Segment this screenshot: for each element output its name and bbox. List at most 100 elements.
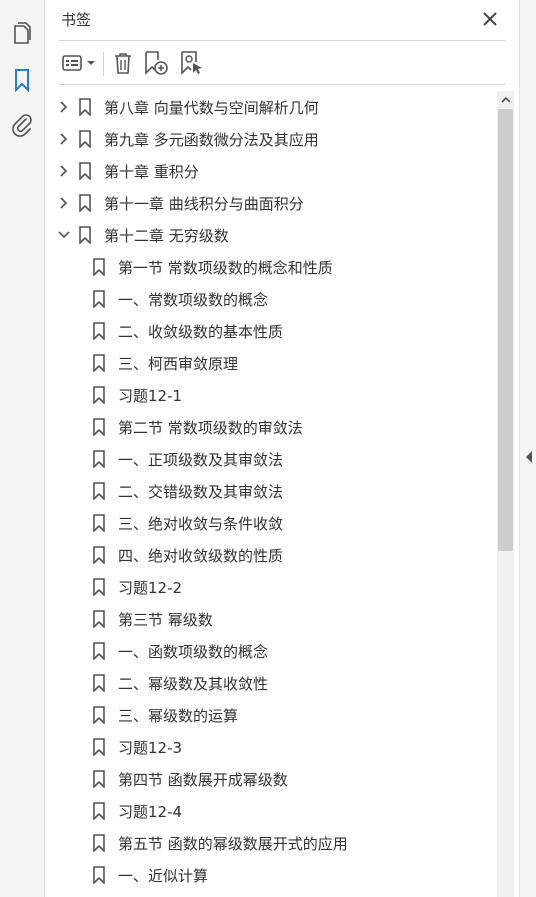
navigation-rail <box>0 0 45 897</box>
scroll-up-icon[interactable] <box>497 91 514 109</box>
bookmark-icon <box>92 738 106 756</box>
bookmark-label: 一、常数项级数的概念 <box>118 290 269 309</box>
bookmark-item[interactable]: 习题12-2 <box>45 571 495 603</box>
pages-thumbnails-icon[interactable] <box>10 22 34 46</box>
bookmark-label: 习题12-3 <box>118 738 183 757</box>
bookmark-item[interactable]: 三、幂级数的运算 <box>45 699 495 731</box>
bookmark-item[interactable]: 三、绝对收敛与条件收敛 <box>45 507 495 539</box>
bookmark-item[interactable]: 一、函数项级数的概念 <box>45 635 495 667</box>
bookmark-label: 一、近似计算 <box>118 866 209 885</box>
panel-header: 书签 <box>45 0 519 40</box>
bookmarks-icon[interactable] <box>10 68 34 92</box>
bookmark-label: 一、正项级数及其审敛法 <box>118 450 284 469</box>
bookmark-label: 第二节 常数项级数的审敛法 <box>118 418 303 437</box>
divider <box>59 84 505 85</box>
bookmark-item[interactable]: 第四节 函数展开成幂级数 <box>45 763 495 795</box>
bookmark-chapter[interactable]: 第九章 多元函数微分法及其应用 <box>45 123 495 155</box>
bookmark-chapter[interactable]: 第十一章 曲线积分与曲面积分 <box>45 187 495 219</box>
bookmark-item[interactable]: 习题12-1 <box>45 379 495 411</box>
chevron-right-icon[interactable] <box>57 196 71 210</box>
bookmark-icon <box>92 290 106 308</box>
chevron-right-icon[interactable] <box>57 132 71 146</box>
bookmark-icon <box>78 194 92 212</box>
bookmark-label: 第五节 函数的幂级数展开式的应用 <box>118 834 348 853</box>
bookmark-icon <box>78 98 92 116</box>
options-menu-button[interactable] <box>59 50 99 76</box>
delete-bookmark-icon[interactable] <box>111 50 135 76</box>
chevron-right-icon[interactable] <box>57 164 71 178</box>
bookmark-item[interactable]: 一、正项级数及其审敛法 <box>45 443 495 475</box>
bookmark-icon <box>92 354 106 372</box>
bookmark-chapter[interactable]: 第十二章 无穷级数 <box>45 219 495 251</box>
bookmark-label: 第三节 幂级数 <box>118 610 213 629</box>
bookmark-label: 四、绝对收敛级数的性质 <box>118 546 284 565</box>
bookmark-item[interactable]: 第一节 常数项级数的概念和性质 <box>45 251 495 283</box>
divider <box>59 40 505 41</box>
bookmarks-toolbar <box>45 44 519 84</box>
bookmark-icon <box>92 514 106 532</box>
vertical-scrollbar[interactable] <box>497 91 514 897</box>
bookmark-icon <box>92 610 106 628</box>
bookmark-icon <box>92 770 106 788</box>
bookmark-item[interactable]: 第三节 幂级数 <box>45 603 495 635</box>
bookmark-icon <box>92 802 106 820</box>
bookmark-item[interactable]: 习题12-4 <box>45 795 495 827</box>
bookmark-chapter[interactable]: 第十章 重积分 <box>45 155 495 187</box>
bookmark-item[interactable]: 习题12-3 <box>45 731 495 763</box>
bookmark-label: 一、函数项级数的概念 <box>118 642 269 661</box>
bookmark-icon <box>92 546 106 564</box>
bookmark-item[interactable]: 二、交错级数及其审敛法 <box>45 475 495 507</box>
bookmarks-panel: 书签 第八章 向量代数与空间解析几何 第九章 多元函数微分法及其应用 第十章 重… <box>45 0 519 897</box>
bookmark-item[interactable]: 一、常数项级数的概念 <box>45 283 495 315</box>
right-panel-strip <box>519 0 536 897</box>
scroll-thumb[interactable] <box>498 109 513 551</box>
bookmark-label: 第九章 多元函数微分法及其应用 <box>104 130 319 149</box>
bookmark-label: 第一节 常数项级数的概念和性质 <box>118 258 333 277</box>
bookmark-icon <box>92 258 106 276</box>
bookmark-item[interactable]: 第二节 常数项级数的审敛法 <box>45 411 495 443</box>
bookmark-icon <box>92 674 106 692</box>
bookmark-label: 第八章 向量代数与空间解析几何 <box>104 98 319 117</box>
bookmark-label: 习题12-1 <box>118 386 183 405</box>
bookmark-label: 三、绝对收敛与条件收敛 <box>118 514 284 533</box>
toolbar-separator <box>103 52 104 76</box>
bookmark-chapter[interactable]: 第八章 向量代数与空间解析几何 <box>45 91 495 123</box>
bookmark-label: 习题12-4 <box>118 802 183 821</box>
chevron-down-icon[interactable] <box>57 228 71 242</box>
bookmark-icon <box>92 642 106 660</box>
chevron-right-icon[interactable] <box>57 100 71 114</box>
attachments-icon[interactable] <box>10 113 34 137</box>
bookmark-icon <box>78 226 92 244</box>
collapse-panel-icon[interactable] <box>525 449 533 463</box>
bookmark-icon <box>92 834 106 852</box>
bookmark-icon <box>92 322 106 340</box>
bookmark-icon <box>78 130 92 148</box>
bookmark-icon <box>92 386 106 404</box>
bookmark-label: 第十一章 曲线积分与曲面积分 <box>104 194 304 213</box>
new-bookmark-icon[interactable] <box>143 50 169 76</box>
bookmark-label: 二、幂级数及其收敛性 <box>118 674 269 693</box>
bookmark-item[interactable]: 二、幂级数及其收敛性 <box>45 667 495 699</box>
panel-title: 书签 <box>61 11 92 29</box>
close-icon[interactable] <box>481 10 499 28</box>
bookmark-from-selection-icon[interactable] <box>179 50 205 76</box>
bookmark-label: 二、交错级数及其审敛法 <box>118 482 284 501</box>
bookmark-label: 三、柯西审敛原理 <box>118 354 239 373</box>
bookmark-label: 第十二章 无穷级数 <box>104 226 229 245</box>
bookmark-item[interactable]: 一、近似计算 <box>45 859 495 891</box>
bookmark-icon <box>92 418 106 436</box>
bookmark-label: 三、幂级数的运算 <box>118 706 239 725</box>
bookmark-item[interactable]: 第五节 函数的幂级数展开式的应用 <box>45 827 495 859</box>
bookmark-icon <box>92 706 106 724</box>
bookmark-label: 第十章 重积分 <box>104 162 199 181</box>
bookmark-item[interactable]: 二、收敛级数的基本性质 <box>45 315 495 347</box>
bookmark-tree: 第八章 向量代数与空间解析几何 第九章 多元函数微分法及其应用 第十章 重积分第十一… <box>45 91 495 897</box>
bookmark-icon <box>92 866 106 884</box>
bookmark-item[interactable]: 三、柯西审敛原理 <box>45 347 495 379</box>
bookmark-icon <box>78 162 92 180</box>
bookmark-icon <box>92 450 106 468</box>
bookmark-label: 第四节 函数展开成幂级数 <box>118 770 288 789</box>
bookmark-label: 二、收敛级数的基本性质 <box>118 322 284 341</box>
bookmark-icon <box>92 578 106 596</box>
bookmark-item[interactable]: 四、绝对收敛级数的性质 <box>45 539 495 571</box>
